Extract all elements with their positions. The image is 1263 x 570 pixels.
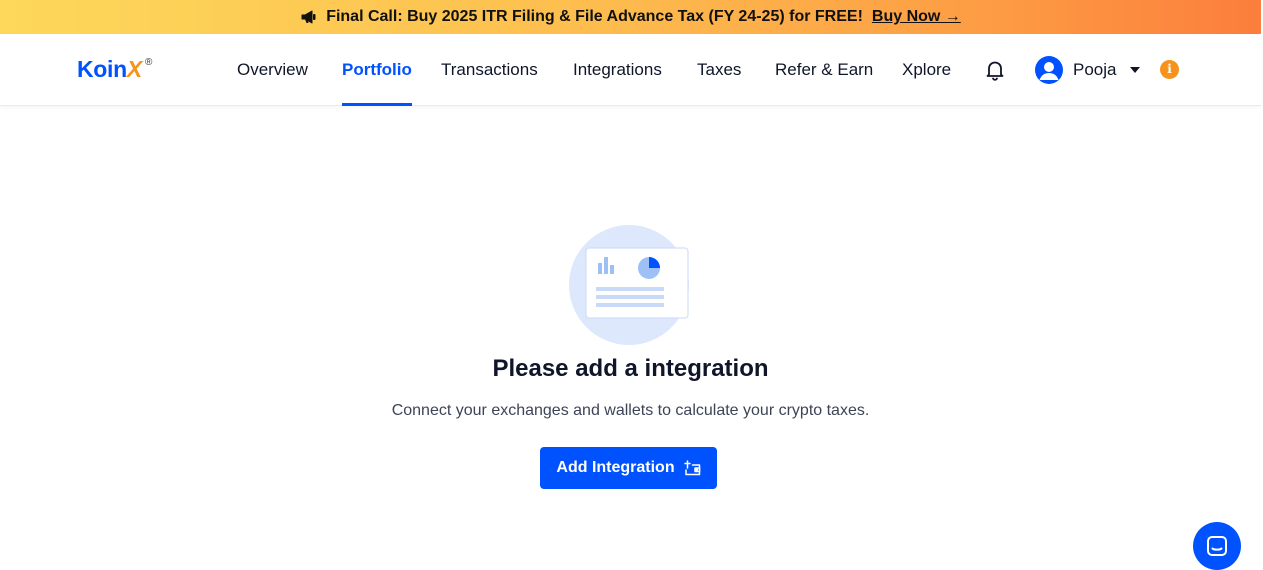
nav-overview[interactable]: Overview [237,34,308,106]
nav-taxes[interactable]: Taxes [697,34,741,106]
megaphone-icon [300,9,320,25]
nav-transactions[interactable]: Transactions [441,34,538,106]
empty-state-title: Please add a integration [492,355,769,382]
add-integration-button[interactable]: Add Integration [540,447,717,489]
nav-refer-earn[interactable]: Refer & Earn [775,34,873,106]
chevron-down-icon [1130,67,1141,73]
top-navbar: Koin X ® Overview Portfolio Transactions I… [0,34,1261,106]
logo-x: X [126,56,142,82]
report-illustration [569,225,689,345]
promo-banner: Final Call: Buy 2025 ITR Filing & File A… [0,0,1261,34]
add-integration-label: Add Integration [556,459,675,476]
nav-xplore[interactable]: Xplore [902,34,951,106]
user-menu[interactable]: Pooja [1035,55,1141,85]
user-icon [1039,62,1059,80]
nav-portfolio[interactable]: Portfolio [342,34,412,106]
empty-state-description: Connect your exchanges and wallets to ca… [391,402,870,419]
buy-now-link[interactable]: Buy Now → [872,8,961,26]
add-wallet-icon [683,460,701,476]
chat-icon [1207,536,1227,556]
logo-registered-mark: ® [144,57,153,68]
nav-integrations[interactable]: Integrations [573,34,662,106]
info-icon[interactable]: i [1160,60,1179,79]
bell-icon[interactable] [983,58,1007,82]
avatar [1035,56,1063,84]
user-name: Pooja [1073,60,1117,79]
logo-text: Koin [77,56,127,82]
promo-text: Final Call: Buy 2025 ITR Filing & File A… [326,8,863,25]
koinx-logo[interactable]: Koin X ® [77,56,152,84]
chat-support-button[interactable] [1193,522,1241,570]
